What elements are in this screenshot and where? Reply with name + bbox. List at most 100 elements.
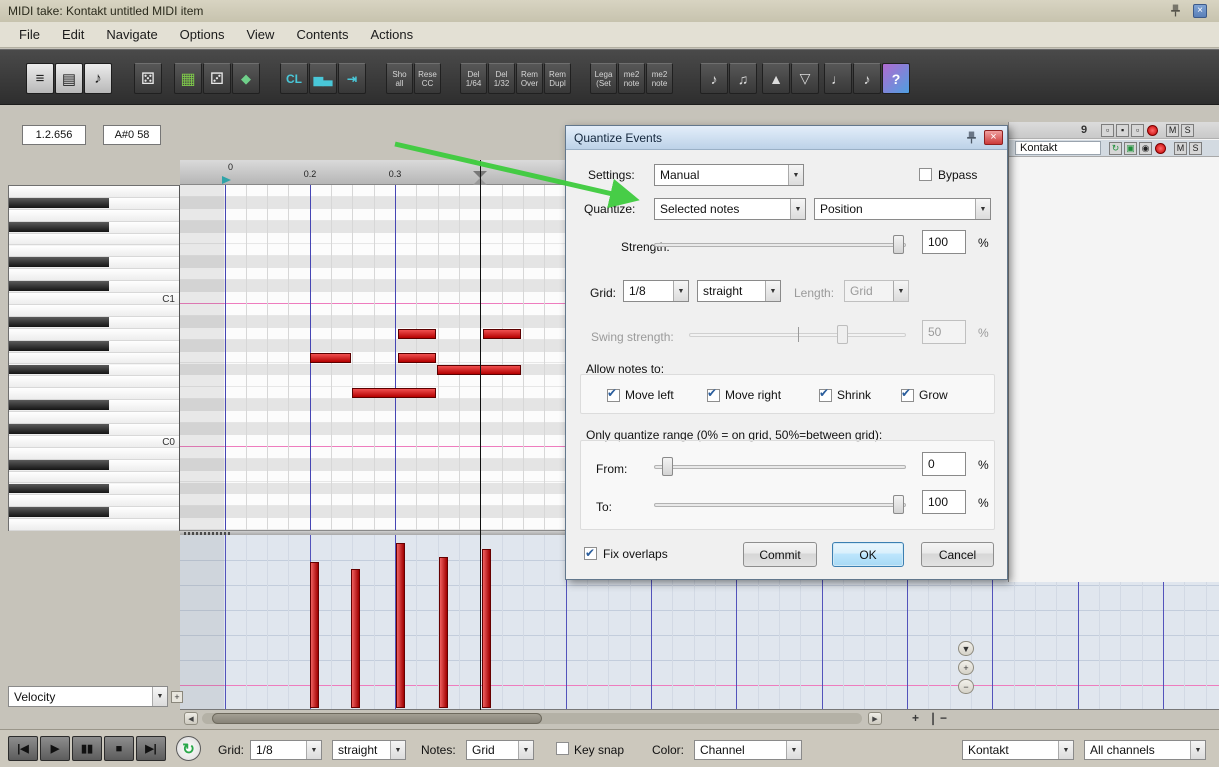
from-field[interactable]: 0 — [922, 452, 966, 476]
piano-key-black[interactable] — [9, 424, 109, 434]
slider-thumb[interactable] — [893, 235, 904, 254]
piano-key-black[interactable] — [9, 365, 109, 375]
help-icon[interactable]: ? — [882, 63, 910, 94]
bypass-checkbox[interactable] — [919, 168, 932, 181]
midi-note[interactable] — [437, 365, 521, 375]
piano-key[interactable] — [9, 436, 179, 448]
piano-key-black[interactable] — [9, 317, 109, 327]
notes-length-dropdown[interactable]: Grid▼ — [466, 740, 534, 760]
piano-key[interactable] — [9, 234, 179, 246]
piano-key[interactable] — [9, 269, 179, 281]
note-position-box[interactable]: A#0 58 — [103, 125, 161, 145]
solo-button[interactable]: S — [1189, 142, 1202, 155]
folder-icon[interactable]: ▫ — [1101, 124, 1114, 137]
mute-button[interactable]: M — [1174, 142, 1187, 155]
to-slider[interactable] — [654, 494, 906, 516]
time-position-box[interactable]: 1.2.656 — [22, 125, 86, 145]
scrollbar-track[interactable] — [202, 713, 862, 724]
piano-key[interactable] — [9, 507, 179, 519]
piano-key[interactable] — [9, 353, 179, 365]
piano-key[interactable] — [9, 341, 179, 353]
dialog-title-bar[interactable]: Quantize Events × — [566, 126, 1007, 150]
piano-key[interactable] — [9, 317, 179, 329]
velocity-bar[interactable] — [310, 562, 319, 708]
piano-key-black[interactable] — [9, 257, 109, 267]
midi-note[interactable] — [483, 329, 521, 339]
grid-shape-dropdown[interactable]: straight▼ — [332, 740, 406, 760]
piano-key-black[interactable] — [9, 484, 109, 494]
piano-key[interactable] — [9, 424, 179, 436]
toolbar-action-remover[interactable]: RemOver — [516, 63, 543, 94]
play-button[interactable]: ▶ — [40, 736, 70, 761]
piano-key-black[interactable] — [9, 222, 109, 232]
piano-key-black[interactable] — [9, 460, 109, 470]
piano-key[interactable] — [9, 257, 179, 269]
settings-dropdown[interactable]: Manual▼ — [654, 164, 804, 186]
fx-icon[interactable]: ▫ — [1131, 124, 1144, 137]
menu-file[interactable]: File — [8, 22, 51, 47]
fix-overlaps-checkbox[interactable] — [584, 547, 597, 560]
cancel-button[interactable]: Cancel — [921, 542, 994, 567]
key-snap-checkbox[interactable] — [556, 742, 569, 755]
go-to-end-button[interactable]: ▶| — [136, 736, 166, 761]
dock-button[interactable]: × — [1193, 4, 1207, 18]
commit-button[interactable]: Commit — [743, 542, 817, 567]
slider-thumb[interactable] — [662, 457, 673, 476]
toolbar-action-shoall[interactable]: Shoall — [386, 63, 413, 94]
scroll-down-button[interactable]: ▼ — [958, 641, 974, 656]
toolbar-action-remdupl[interactable]: RemDupl — [544, 63, 571, 94]
piano-key[interactable] — [9, 376, 179, 388]
recycle-icon[interactable]: ↻ — [1109, 142, 1122, 155]
close-icon[interactable]: × — [984, 130, 1003, 145]
checkbox-checked[interactable] — [819, 389, 832, 402]
quantize-note-right-icon[interactable]: ♪ — [700, 63, 728, 94]
zoom-out-horizontal-button[interactable]: − — [940, 711, 947, 725]
velocity-bar[interactable] — [482, 549, 491, 708]
piano-key[interactable] — [9, 210, 179, 222]
scroll-left-arrow[interactable]: ◀ — [184, 712, 198, 725]
lane-selector-dropdown[interactable]: Velocity ▼ — [8, 686, 168, 707]
grid-size-dropdown[interactable]: 1/8▼ — [250, 740, 322, 760]
grid-size-dropdown[interactable]: 1/8▼ — [623, 280, 689, 302]
track-list-icon[interactable]: ≡ — [26, 63, 54, 94]
checkbox-checked[interactable] — [607, 389, 620, 402]
note-up-icon[interactable]: ♩ — [824, 63, 852, 94]
transpose-up-icon[interactable]: ▲ — [762, 63, 790, 94]
track-row-kontakt[interactable]: Kontakt ↻ ▣ ◉ M S — [1009, 140, 1219, 157]
allow-move-right-option[interactable]: Move right — [707, 388, 781, 402]
menu-actions[interactable]: Actions — [359, 22, 424, 47]
piano-key-black[interactable] — [9, 507, 109, 517]
piano-key[interactable] — [9, 365, 179, 377]
piano-key[interactable] — [9, 246, 179, 258]
zoom-in-vertical-button[interactable]: + — [958, 660, 974, 675]
toolbar-action-legaset[interactable]: Lega(Set — [590, 63, 617, 94]
record-arm-icon[interactable] — [1155, 143, 1166, 154]
menu-edit[interactable]: Edit — [51, 22, 95, 47]
piano-key[interactable] — [9, 281, 179, 293]
eye-icon[interactable]: ◉ — [1139, 142, 1152, 155]
piano-key[interactable] — [9, 186, 179, 198]
strength-field[interactable]: 100 — [922, 230, 966, 254]
piano-key[interactable] — [9, 329, 179, 341]
loop-start-marker-icon[interactable] — [222, 176, 231, 184]
piano-key[interactable] — [9, 448, 179, 460]
piano-key-black[interactable] — [9, 341, 109, 351]
transpose-down-icon[interactable]: ▽ — [791, 63, 819, 94]
piano-key[interactable] — [9, 305, 179, 317]
midi-note[interactable] — [352, 388, 436, 398]
dice-generate-icon[interactable]: ⚂ — [203, 63, 231, 94]
pin-icon[interactable] — [1170, 4, 1181, 22]
midi-note[interactable] — [398, 329, 436, 339]
piano-key[interactable] — [9, 484, 179, 496]
zoom-in-horizontal-button[interactable]: + — [912, 711, 919, 725]
menu-contents[interactable]: Contents — [285, 22, 359, 47]
color-mode-dropdown[interactable]: Channel▼ — [694, 740, 802, 760]
midi-note[interactable] — [398, 353, 436, 363]
toolbar-action-del164[interactable]: Del1/64 — [460, 63, 487, 94]
piano-key[interactable] — [9, 460, 179, 472]
ok-button[interactable]: OK — [832, 542, 904, 567]
instrument-dropdown[interactable]: Kontakt▼ — [962, 740, 1074, 760]
allow-move-left-option[interactable]: Move left — [607, 388, 674, 402]
repeat-button[interactable]: ↻ — [176, 736, 201, 761]
dice-select-icon[interactable]: ◆ — [232, 63, 260, 94]
